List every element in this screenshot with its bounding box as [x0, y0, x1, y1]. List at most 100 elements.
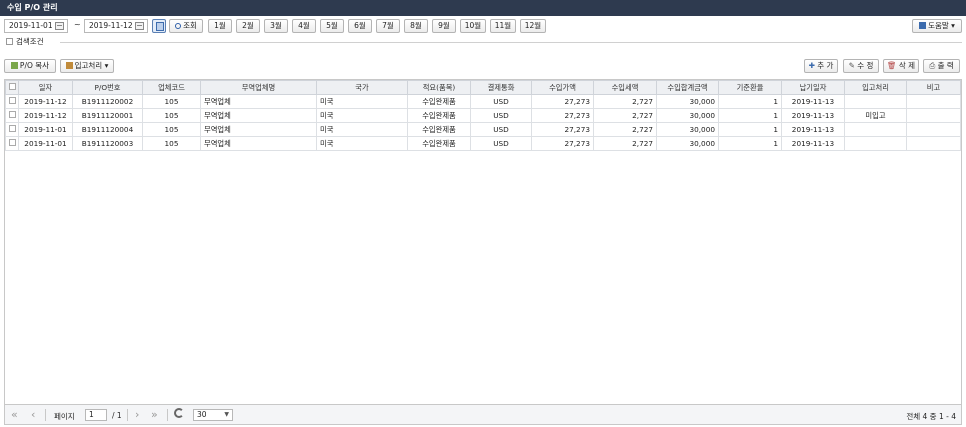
column-header[interactable]: 납기일자 — [781, 80, 845, 95]
row-checkbox[interactable] — [8, 139, 16, 146]
po-copy-label: P/O 복사 — [19, 61, 50, 70]
condition-divider — [60, 42, 962, 43]
print-button[interactable]: ⎙ 출 력 — [923, 59, 960, 73]
chevron-down-icon: ▾ — [104, 61, 109, 70]
condition-checkbox[interactable] — [6, 38, 13, 45]
month-button-10[interactable]: 10월 — [460, 19, 486, 33]
box-icon — [65, 62, 73, 69]
month-button-8[interactable]: 8월 — [404, 19, 428, 33]
table-cell: 1 — [718, 94, 782, 109]
date-from-field[interactable]: 2019-11-01 — [4, 19, 68, 33]
table-cell: 30,000 — [656, 108, 719, 123]
last-page-icon[interactable]: » — [151, 408, 158, 421]
column-header[interactable]: 결제통화 — [470, 80, 532, 95]
printer-icon: ⎙ — [929, 61, 936, 70]
table-cell: 수입완제품 — [407, 136, 471, 151]
page-count: / 1 — [112, 411, 122, 420]
table-cell — [844, 122, 907, 137]
month-button-3[interactable]: 3월 — [264, 19, 288, 33]
table-row[interactable]: 2019-11-12 B1911120001 105 무역업체 미국 수입완제품 USD 27… — [5, 108, 961, 123]
table-cell: 30,000 — [656, 122, 719, 137]
column-header[interactable]: P/O번호 — [72, 80, 143, 95]
select-all-checkbox[interactable] — [8, 83, 16, 90]
help-button[interactable]: 도움말 ▾ — [912, 19, 962, 33]
column-header[interactable]: 수입가액 — [531, 80, 594, 95]
table-cell: 1 — [718, 136, 782, 151]
refresh-icon[interactable] — [174, 408, 184, 418]
po-table: 일자 P/O번호 업체코드 무역업체명 국가 적요(품목) 결제통화 수입가액 수입세액 수입합계… — [5, 80, 961, 151]
row-select-cell[interactable] — [5, 122, 19, 137]
delete-button[interactable]: 🗑 삭 제 — [883, 59, 919, 73]
pager-divider — [45, 409, 46, 421]
table-cell: 2019-11-13 — [781, 94, 845, 109]
month-button-12[interactable]: 12월 — [520, 19, 546, 33]
page-input[interactable]: 1 — [85, 409, 107, 421]
table-cell: 2019-11-01 — [18, 136, 73, 151]
column-header[interactable]: 수입세액 — [593, 80, 657, 95]
row-checkbox[interactable] — [8, 111, 16, 118]
receive-label: 입고처리 — [74, 61, 103, 70]
column-header[interactable]: 수입합계금액 — [656, 80, 719, 95]
column-header[interactable]: 일자 — [18, 80, 73, 95]
month-button-11[interactable]: 11월 — [490, 19, 516, 33]
column-header[interactable]: 적요(품목) — [407, 80, 471, 95]
select-all-header[interactable] — [5, 80, 19, 95]
table-cell: 105 — [142, 94, 201, 109]
date-from-value: 2019-11-01 — [9, 21, 53, 30]
calendar-picker-button[interactable] — [152, 19, 166, 33]
table-cell: 27,273 — [531, 108, 594, 123]
pencil-icon: ✎ — [848, 61, 855, 70]
table-cell: B1911120004 — [72, 122, 143, 137]
table-cell — [844, 136, 907, 151]
date-to-field[interactable]: 2019-11-12 — [84, 19, 148, 33]
next-page-icon[interactable]: › — [135, 408, 139, 421]
table-cell: 2,727 — [593, 108, 657, 123]
prev-page-icon[interactable]: ‹ — [31, 408, 35, 421]
table-cell: 2,727 — [593, 94, 657, 109]
range-separator: ~ — [74, 20, 81, 29]
month-button-2[interactable]: 2월 — [236, 19, 260, 33]
table-body: 2019-11-12 B1911120002 105 무역업체 미국 수입완제품 USD 27… — [5, 94, 961, 151]
window-title: 수입 P/O 관리 — [0, 0, 966, 16]
table-cell: 2019-11-12 — [18, 94, 73, 109]
edit-button[interactable]: ✎ 수 정 — [843, 59, 879, 73]
search-button[interactable]: 조회 — [169, 19, 203, 33]
first-page-icon[interactable]: « — [11, 408, 18, 421]
table-cell: B1911120001 — [72, 108, 143, 123]
month-button-6[interactable]: 6월 — [348, 19, 372, 33]
search-icon — [175, 23, 182, 29]
month-button-1[interactable]: 1월 — [208, 19, 232, 33]
row-select-cell[interactable] — [5, 136, 19, 151]
column-header[interactable]: 무역업체명 — [200, 80, 317, 95]
column-header[interactable]: 비고 — [906, 80, 961, 95]
month-button-9[interactable]: 9월 — [432, 19, 456, 33]
delete-label: 삭 제 — [898, 61, 916, 70]
table-cell: 2019-11-13 — [781, 136, 845, 151]
row-select-cell[interactable] — [5, 108, 19, 123]
table-row[interactable]: 2019-11-01 B1911120004 105 무역업체 미국 수입완제품 USD 27… — [5, 122, 961, 137]
calendar-icon[interactable] — [135, 22, 144, 30]
row-checkbox[interactable] — [8, 97, 16, 104]
month-button-7[interactable]: 7월 — [376, 19, 400, 33]
column-header[interactable]: 입고처리 — [844, 80, 907, 95]
month-button-4[interactable]: 4월 — [292, 19, 316, 33]
receive-dropdown-button[interactable]: 입고처리 ▾ — [60, 59, 114, 73]
table-row[interactable]: 2019-11-01 B1911120003 105 무역업체 미국 수입완제품 USD 27… — [5, 136, 961, 151]
column-header[interactable]: 국가 — [316, 80, 408, 95]
row-checkbox[interactable] — [8, 125, 16, 132]
column-header[interactable]: 업체코드 — [142, 80, 201, 95]
column-header[interactable]: 기준환율 — [718, 80, 782, 95]
chevron-down-icon: ▾ — [951, 21, 955, 30]
table-cell: 27,273 — [531, 122, 594, 137]
table-cell: 1 — [718, 122, 782, 137]
month-button-5[interactable]: 5월 — [320, 19, 344, 33]
add-button[interactable]: ✚ 추 가 — [804, 59, 838, 73]
page-size-select[interactable]: 30 ▼ — [193, 409, 233, 421]
search-condition-toggle[interactable]: 검색조건 — [6, 36, 44, 47]
table-cell: USD — [470, 108, 532, 123]
table-row[interactable]: 2019-11-12 B1911120002 105 무역업체 미국 수입완제품 USD 27… — [5, 94, 961, 109]
calendar-icon[interactable] — [55, 22, 64, 30]
chevron-down-icon: ▼ — [224, 411, 229, 418]
row-select-cell[interactable] — [5, 94, 19, 109]
po-copy-button[interactable]: P/O 복사 — [4, 59, 56, 73]
